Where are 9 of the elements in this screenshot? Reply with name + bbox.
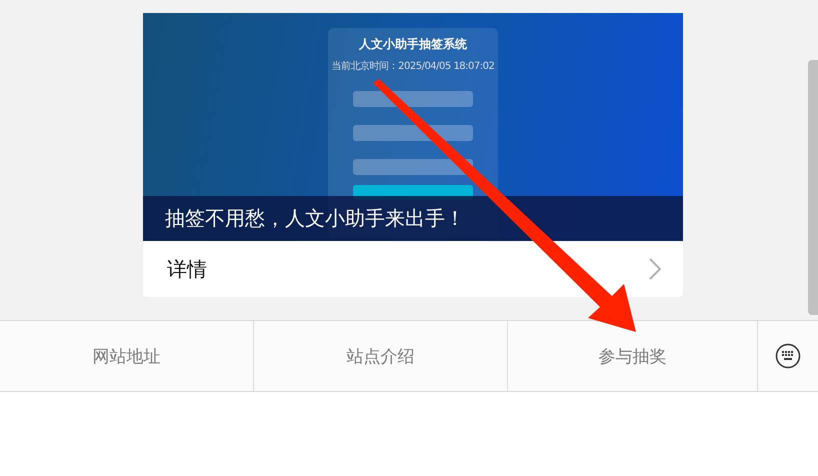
- details-link[interactable]: 详情: [143, 241, 683, 297]
- chevron-right-icon: [649, 258, 661, 280]
- app-title: 人文小助手抽签系统: [359, 36, 467, 53]
- time-text: 当前北京时间：2025/04/05 18:07:02: [332, 60, 494, 73]
- menu-item[interactable]: 网站地址: [0, 321, 254, 391]
- menu-item[interactable]: 站点介绍: [254, 321, 508, 391]
- keyboard-icon[interactable]: [775, 343, 801, 369]
- caption-text: 抽签不用愁，人文小助手来出手！: [143, 196, 683, 241]
- scrollbar[interactable]: [808, 60, 818, 315]
